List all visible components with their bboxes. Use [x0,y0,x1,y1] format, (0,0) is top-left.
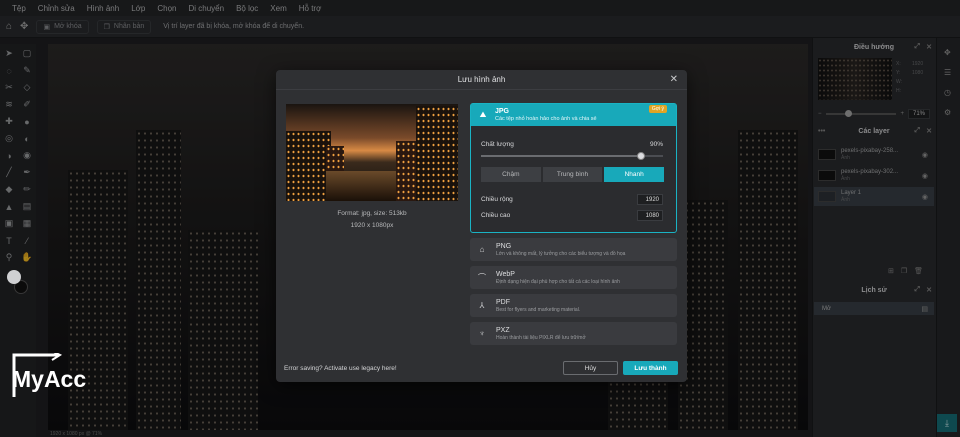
format-jpg-header[interactable]: ⛰ JPG Các tệp nhỏ hoàn hảo cho ảnh và ch… [471,104,676,126]
quality-value: 90% [649,141,663,148]
pxz-icon: ♆ [479,329,485,338]
pdf-icon: ⅄ [479,301,485,310]
myacc-logo: MyAcc [12,353,104,401]
height-label: Chiều cao [481,212,511,219]
image-preview [286,104,458,201]
quality-handle[interactable] [636,152,645,160]
preview-building [416,106,458,201]
file-dimensions: 1920 x 1080px [350,222,394,229]
legacy-save-link[interactable]: Error saving? Activate use legacy here! [284,365,397,372]
save-image-dialog: Lưu hình ảnh ✕ Format: jpg, size: 513kb … [276,70,687,382]
speed-medium-button[interactable]: Trung bình [542,167,603,182]
format-png[interactable]: ⌂ PNG Lớn và không mất, lý tưởng cho các … [470,238,677,261]
file-info: Format: jpg, size: 513kb 1920 x 1080px [286,208,458,232]
logo-text: MyAcc [12,366,87,392]
speed-slow-button[interactable]: Chậm [481,167,541,182]
format-pxz-name: PXZ [496,326,510,334]
format-jpg-desc: Các tệp nhỏ hoàn hảo cho ảnh và chia sẻ [495,115,597,122]
width-row: Chiều rộng 1920 [481,194,663,205]
cancel-button[interactable]: Hủy [563,361,618,375]
format-pxz[interactable]: ♆ PXZ Hoàn thành tài liệu PIXLR để lưu tr… [470,322,677,345]
height-row: Chiều cao 1080 [481,210,663,221]
format-webp[interactable]: ⌒ WebP Định dạng hiện đại phù hợp cho tất… [470,266,677,289]
preview-building [286,131,331,201]
dialog-title: Lưu hình ảnh [276,70,687,90]
quality-fill [481,155,645,157]
height-input[interactable]: 1080 [637,210,663,221]
format-pdf-desc: Best for flyers and marketing material. [496,306,581,313]
image-icon: ⌂ [479,245,485,254]
width-label: Chiều rộng [481,196,513,203]
quality-slider[interactable] [481,152,663,160]
foreground-color[interactable] [7,270,21,284]
dialog-title-text: Lưu hình ảnh [457,75,506,84]
save-as-button[interactable]: Lưu thành [623,361,678,375]
format-png-desc: Lớn và không mất, lý tưởng cho các biểu … [496,250,626,257]
photo-icon: ⛰ [479,110,487,119]
web-icon: ⌒ [478,273,486,282]
format-webp-name: WebP [496,270,515,278]
preview-canal [326,171,396,201]
format-jpg[interactable]: ⛰ JPG Các tệp nhỏ hoàn hảo cho ảnh và ch… [470,103,677,233]
format-pxz-desc: Hoàn thành tài liệu PIXLR để lưu trữ/mở [496,334,586,341]
file-format-size: Format: jpg, size: 513kb [337,210,407,217]
format-png-name: PNG [496,242,512,250]
quality-row: Chất lượng 90% [481,141,663,148]
speed-fast-button[interactable]: Nhanh [604,167,665,182]
format-jpg-name: JPG [495,107,510,115]
width-input[interactable]: 1920 [637,194,663,205]
close-icon[interactable]: ✕ [670,74,678,85]
speed-selector: Chậm Trung bình Nhanh [481,167,665,182]
format-pdf[interactable]: ⅄ PDF Best for flyers and marketing mater… [470,294,677,317]
recommended-badge: Gợi ý [648,105,667,113]
format-webp-desc: Định dạng hiện đại phù hợp cho tất cả cá… [496,278,620,285]
format-pdf-name: PDF [496,298,510,306]
quality-label: Chất lượng [481,141,514,148]
